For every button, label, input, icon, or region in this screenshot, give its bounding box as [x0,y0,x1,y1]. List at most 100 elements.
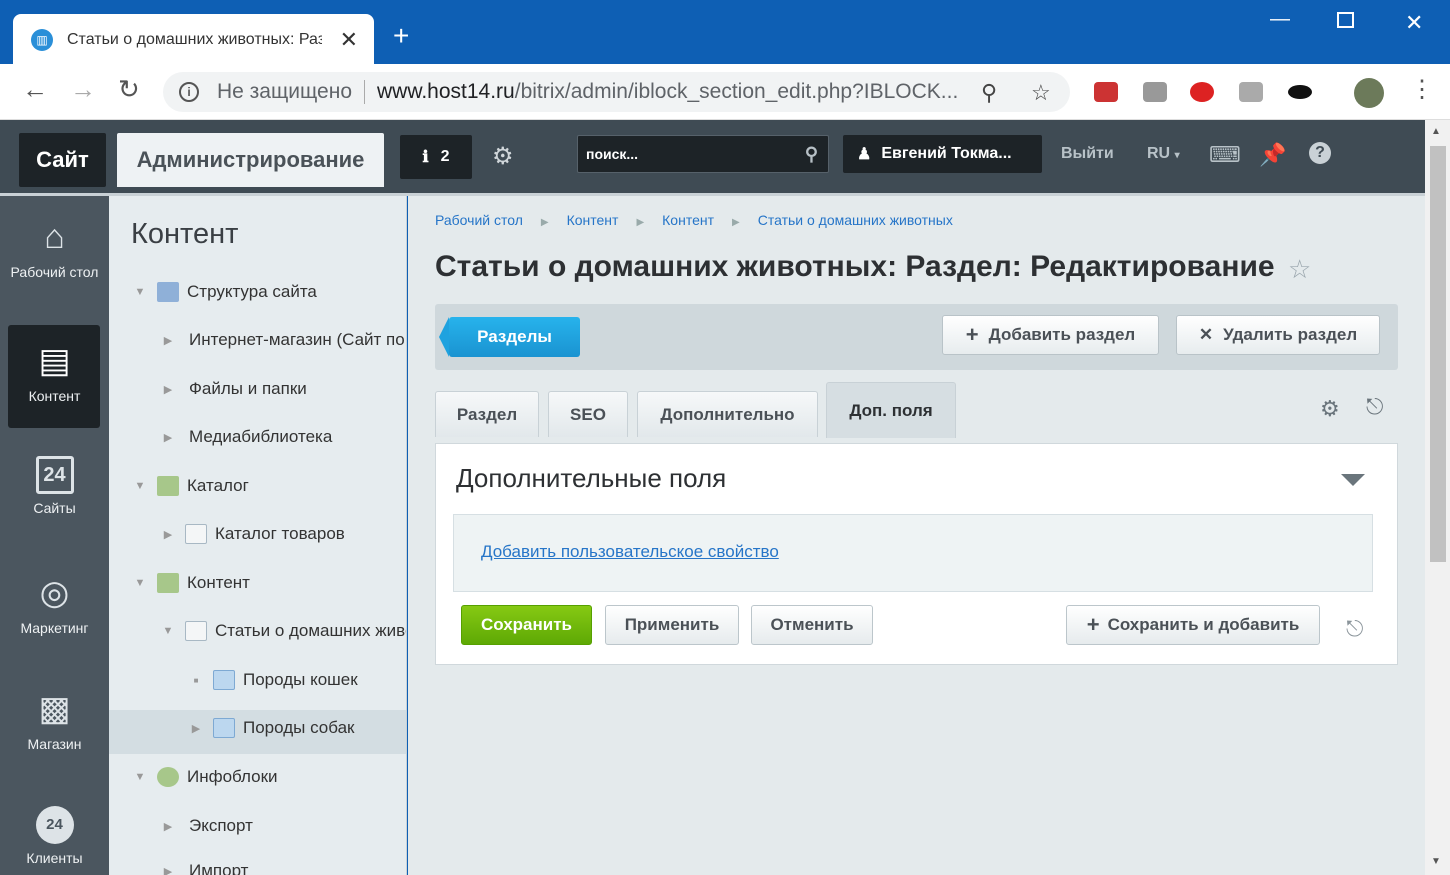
tab-extra-fields[interactable]: Доп. поля [826,382,956,438]
breadcrumb-item[interactable]: Рабочий стол [435,212,523,228]
tab-additional[interactable]: Дополнительно [637,391,818,437]
extension-mask-icon[interactable] [1094,82,1118,102]
tab-section[interactable]: Раздел [435,391,539,437]
admin-button[interactable]: Администрирование [117,133,384,187]
site-button[interactable]: Сайт [19,133,106,187]
menu-item-shop[interactable]: ▩ Магазин [0,688,109,752]
add-section-button[interactable]: + Добавить раздел [942,315,1159,355]
collapsed-arrow-icon[interactable]: ▶ [161,334,175,347]
context-toolbar: Разделы + Добавить раздел ✕ Удалить раздел [435,304,1398,370]
collapsed-arrow-icon[interactable]: ▶ [161,431,175,444]
back-icon[interactable]: ← [22,76,48,102]
scroll-thumb[interactable] [1430,146,1446,562]
profile-avatar[interactable] [1354,78,1384,108]
breadcrumb-item[interactable]: Контент [567,212,619,228]
tree-item-eshop[interactable]: ▶ Интернет-магазин (Сайт по умолчанию) [161,320,406,360]
breadcrumb-separator-icon: ▶ [636,217,645,228]
close-icon: ✕ [1198,325,1214,344]
favorite-star-icon[interactable]: ☆ [1288,254,1311,285]
tree-item-files[interactable]: ▶ Файлы и папки [161,369,307,409]
extension-a-icon[interactable] [1190,82,1214,102]
add-property-link[interactable]: Добавить пользовательское свойство [481,542,779,562]
content-icon [157,573,179,593]
main-content: Рабочий стол ▶ Контент ▶ Контент ▶ Статьи о до… [408,196,1425,875]
tab-seo[interactable]: SEO [548,391,628,437]
menu-item-content[interactable]: ▤ Контент [0,340,109,404]
browser-menu-icon[interactable]: ⋮ [1410,78,1434,102]
tree-item-import[interactable]: ▶ Импорт [161,851,249,875]
tree-item-label: Контент [187,573,250,592]
collapsed-arrow-icon[interactable]: ▶ [161,528,175,541]
left-main-menu: ⌂ Рабочий стол ▤ Контент 24 Сайты ◎ Марк… [0,196,109,875]
minimize-icon[interactable]: — [1270,8,1290,31]
menu-label: Сайты [33,500,76,516]
expanded-arrow-icon[interactable]: ▼ [133,286,147,298]
browser-tab[interactable]: ▥ Статьи о домашних животных: Раздел: Ре… [13,14,374,65]
apply-button[interactable]: Применить [605,605,739,645]
reload-icon[interactable]: ↻ [118,76,140,102]
menu-item-marketing[interactable]: ◎ Маркетинг [0,572,109,636]
collapsed-arrow-icon[interactable]: ▶ [161,820,175,833]
content-tree-panel: Контент ▼ Структура сайта ▶ Интернет-маг… [109,196,407,875]
breadcrumb-item[interactable]: Статьи о домашних животных [758,212,953,228]
extension-reader-icon[interactable] [1143,82,1167,102]
sections-button[interactable]: Разделы [439,317,580,357]
pin-icon[interactable]: 📌 [1259,142,1286,168]
cancel-button[interactable]: Отменить [751,605,873,645]
expanded-arrow-icon[interactable]: ▼ [161,625,175,637]
help-icon[interactable]: ? [1309,142,1331,164]
user-menu-button[interactable]: ♟ Евгений Токма... [843,135,1042,173]
tree-item-content[interactable]: ▼ Контент [133,563,250,603]
forward-icon[interactable]: → [70,76,96,102]
admin-search-input[interactable]: поиск... ⚲ [577,135,829,173]
pin-icon[interactable]: ⎋ [1366,394,1383,420]
keyboard-icon[interactable]: ⌨ [1209,142,1241,168]
close-tab-icon[interactable]: ✕ [340,27,358,53]
tree-item-media[interactable]: ▶ Медиабиблиотека [161,417,333,457]
tree-item-articles[interactable]: ▼ Статьи о домашних животных [161,611,406,651]
save-and-add-button[interactable]: + Сохранить и добавить [1066,605,1320,645]
logout-link[interactable]: Выйти [1061,145,1114,163]
tree-item-structure[interactable]: ▼ Структура сайта [133,272,317,312]
expanded-arrow-icon[interactable]: ▼ [133,771,147,783]
extension-eye-icon[interactable] [1288,85,1312,99]
page-scrollbar[interactable]: ▲ ▼ [1425,120,1450,875]
collapse-caret-icon[interactable] [1341,474,1365,486]
search-icon[interactable]: ⚲ [805,144,818,165]
tree-item-catalog[interactable]: ▼ Каталог [133,466,249,506]
info-icon[interactable]: i [179,82,199,102]
maximize-icon[interactable] [1337,12,1354,28]
extension-screen-icon[interactable] [1239,82,1263,102]
tree-item-cat-breeds[interactable]: ■ Породы кошек [189,660,358,700]
menu-item-sites[interactable]: 24 Сайты [0,456,109,516]
expanded-arrow-icon[interactable]: ▼ [133,480,147,492]
expanded-arrow-icon[interactable]: ▼ [133,577,147,589]
collapsed-arrow-icon[interactable]: ▶ [161,383,175,396]
tree-item-export[interactable]: ▶ Экспорт [161,806,253,846]
save-button[interactable]: Сохранить [461,605,592,645]
plus-icon: + [965,322,979,347]
breadcrumb-item[interactable]: Контент [662,212,714,228]
gear-icon[interactable]: ⚙ [1320,396,1340,422]
bookmark-star-icon[interactable]: ☆ [1031,80,1051,106]
tree-item-product-catalog[interactable]: ▶ Каталог товаров [161,514,345,554]
pin-icon[interactable]: ⎋ [1346,616,1363,642]
menu-item-clients[interactable]: 24 Клиенты [0,806,109,866]
notifications-button[interactable]: ℹ2 [400,135,472,179]
tree-item-infoblocks[interactable]: ▼ Инфоблоки [133,757,278,797]
scroll-up-icon[interactable]: ▲ [1431,126,1441,137]
tree-item-dog-breeds[interactable]: ▶ Породы собак [189,708,354,748]
url-omnibox[interactable]: i Не защищено www.host14.ru/bitrix/admin… [163,72,1070,112]
url-text[interactable]: www.host14.ru/bitrix/admin/iblock_sectio… [377,80,958,104]
new-tab-icon[interactable]: + [393,22,409,50]
collapsed-arrow-icon[interactable]: ▶ [161,865,175,875]
close-window-icon[interactable]: ✕ [1405,10,1423,36]
menu-item-desktop[interactable]: ⌂ Рабочий стол [0,216,109,280]
menu-label: Маркетинг [20,620,89,636]
scroll-down-icon[interactable]: ▼ [1431,856,1441,867]
collapsed-arrow-icon[interactable]: ▶ [189,722,203,735]
settings-gear-icon[interactable]: ⚙ [492,142,514,171]
language-selector[interactable]: RU ▾ [1147,145,1180,163]
delete-section-button[interactable]: ✕ Удалить раздел [1176,315,1380,355]
zoom-icon[interactable]: ⚲ [981,80,997,106]
